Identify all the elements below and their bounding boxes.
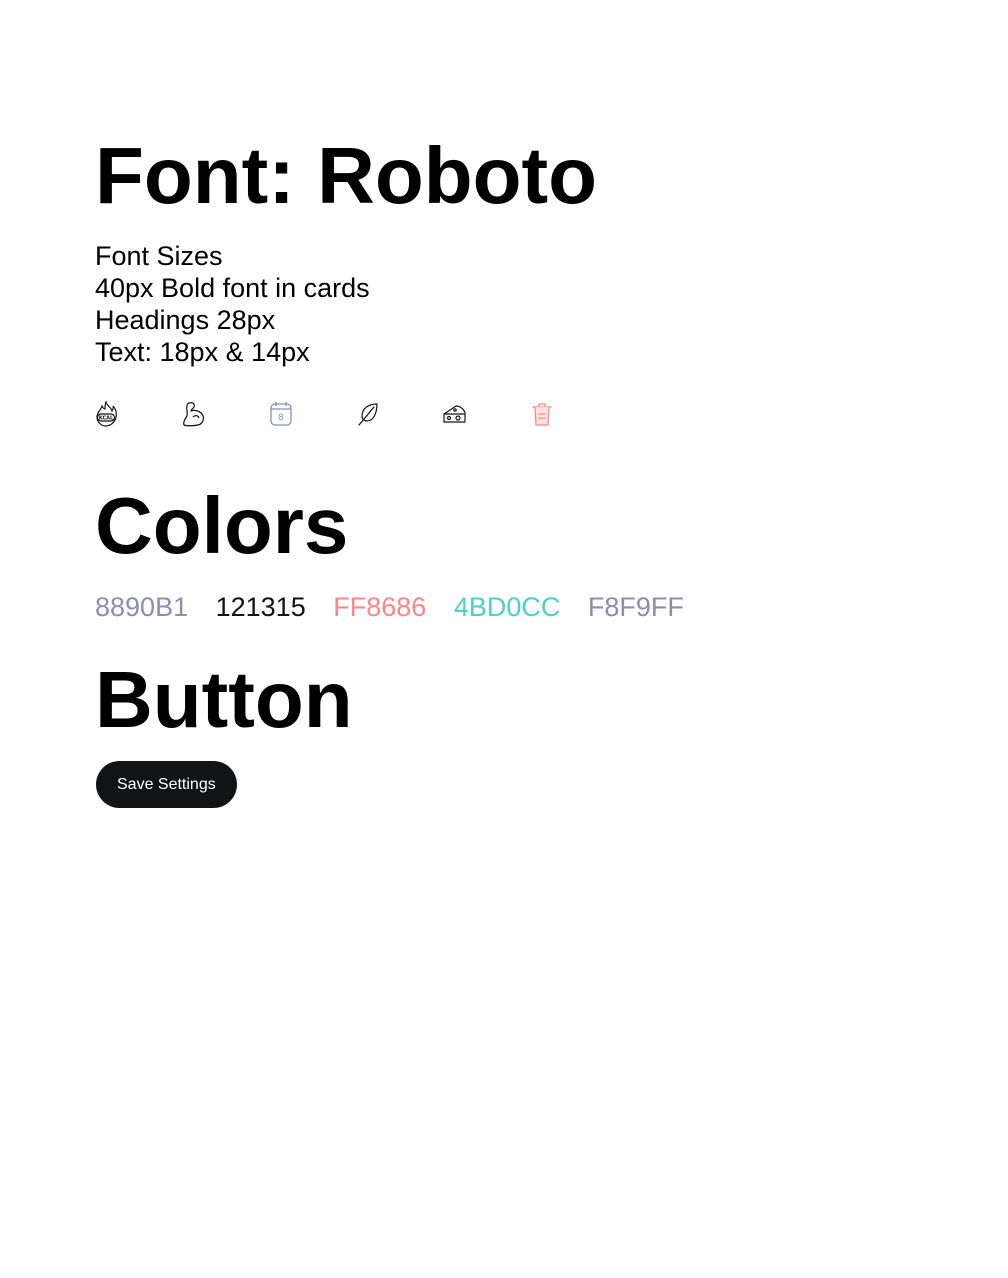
- color-swatch-ff8686: FF8686: [333, 592, 427, 622]
- color-swatch-4bd0cc: 4BD0CC: [453, 592, 561, 622]
- font-sizes-line: Text: 18px & 14px: [95, 337, 310, 367]
- flame-kcal-icon: KCAL: [95, 400, 121, 428]
- kcal-label: KCAL: [99, 416, 114, 422]
- font-sizes-line: Headings 28px: [95, 305, 276, 335]
- color-swatch-8890b1: 8890B1: [95, 592, 189, 622]
- color-swatch-f8f9ff: F8F9FF: [587, 592, 684, 622]
- muscle-arm-icon: [181, 400, 207, 428]
- calendar-icon: 8: [268, 400, 294, 428]
- calendar-day-label: 8: [278, 413, 284, 423]
- colors-heading: Colors: [95, 481, 349, 570]
- font-sizes-list: Font Sizes 40px Bold font in cards Headi…: [95, 240, 370, 368]
- font-heading: Font: Roboto: [95, 131, 597, 220]
- font-sizes-line: Font Sizes: [95, 241, 223, 271]
- cheese-icon: [442, 400, 468, 428]
- font-sizes-line: 40px Bold font in cards: [95, 273, 370, 303]
- color-swatch-121315: 121315: [215, 592, 306, 622]
- trash-icon: [529, 400, 555, 428]
- save-settings-button[interactable]: Save Settings: [96, 761, 237, 808]
- color-swatches: 8890B1 121315 FF8686 4BD0CC F8F9FF: [95, 590, 704, 624]
- button-heading: Button: [95, 655, 353, 744]
- leaf-icon: [355, 400, 381, 428]
